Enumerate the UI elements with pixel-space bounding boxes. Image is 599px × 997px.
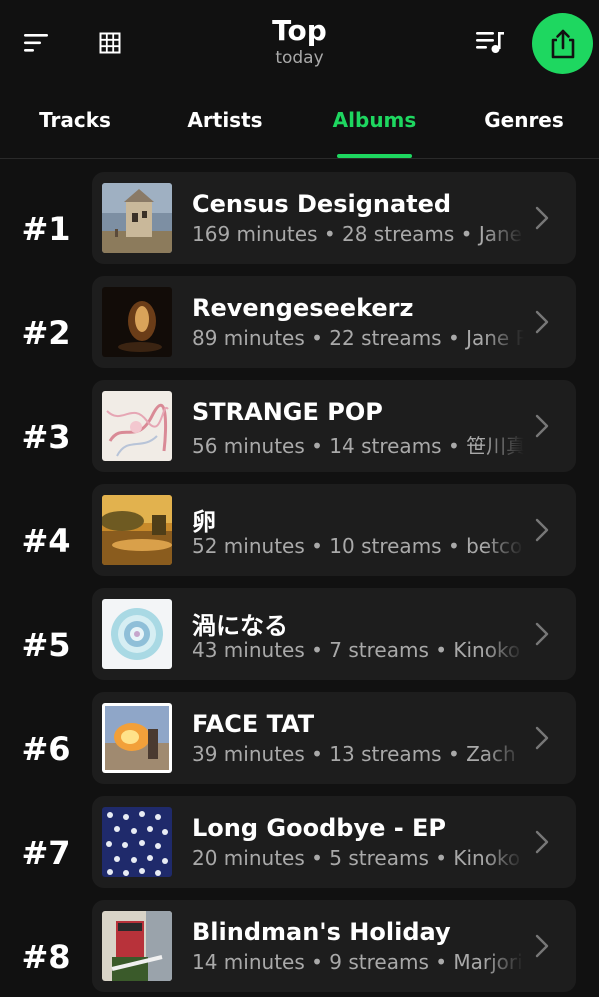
chevron-right-icon <box>535 726 549 750</box>
page-title: Top <box>272 14 327 47</box>
share-icon <box>551 29 574 58</box>
album-art <box>102 287 172 357</box>
album-title: STRANGE POP <box>192 398 383 426</box>
list-item: #3 STRANGE POP 56 minutes • 14 streams •… <box>0 380 599 472</box>
album-title: 渦になる <box>192 612 288 640</box>
tab-artists[interactable]: Artists <box>180 108 270 132</box>
album-title: FACE TAT <box>192 710 315 738</box>
album-art <box>102 703 172 773</box>
active-tab-indicator <box>337 154 412 158</box>
album-meta: 56 minutes • 14 streams • 笹川真生 <box>192 434 524 458</box>
album-art <box>102 391 172 461</box>
album-card[interactable]: Census Designated 169 minutes • 28 strea… <box>92 172 576 264</box>
album-art <box>102 911 172 981</box>
rank-number: #5 <box>21 626 71 664</box>
chevron-right-icon <box>535 622 549 646</box>
album-card[interactable]: Long Goodbye - EP 20 minutes • 5 streams… <box>92 796 576 888</box>
album-meta: 20 minutes • 5 streams • Kinoko Teikoku <box>192 846 524 870</box>
title-block: Top today <box>200 14 399 68</box>
album-meta: 14 minutes • 9 streams • Marjorie <box>192 950 524 974</box>
album-title: Long Goodbye - EP <box>192 814 447 842</box>
share-button[interactable] <box>532 13 593 74</box>
list-item: #2 Revengeseekerz 89 minutes • 22 stream… <box>0 276 599 368</box>
sort-menu-button[interactable] <box>18 26 54 60</box>
sort-lines-icon <box>24 34 48 52</box>
album-meta: 52 minutes • 10 streams • betcover!! <box>192 534 524 558</box>
rank-number: #1 <box>21 210 71 248</box>
list-item: #4 卵 52 minutes • 10 streams • betcover!… <box>0 484 599 576</box>
chevron-right-icon <box>535 206 549 230</box>
chevron-right-icon <box>535 934 549 958</box>
top-header: Top today <box>0 0 599 86</box>
period-subtitle: today <box>275 48 324 68</box>
album-title: Revengeseekerz <box>192 294 414 322</box>
chevron-right-icon <box>535 518 549 542</box>
rank-number: #2 <box>21 314 71 352</box>
list-item: #6 FACE TAT 39 minutes • 13 streams • Za… <box>0 692 599 784</box>
album-title: Census Designated <box>192 190 452 218</box>
category-tabs: Tracks Artists Albums Genres <box>0 100 599 159</box>
album-card[interactable]: Blindman's Holiday 14 minutes • 9 stream… <box>92 900 576 992</box>
rank-number: #7 <box>21 834 71 872</box>
album-meta: 89 minutes • 22 streams • Jane Remover <box>192 326 524 350</box>
rank-number: #8 <box>21 938 71 976</box>
album-art <box>102 599 172 669</box>
album-meta: 43 minutes • 7 streams • Kinoko Teikoku <box>192 638 524 662</box>
rank-number: #4 <box>21 522 71 560</box>
album-card[interactable]: STRANGE POP 56 minutes • 14 streams • 笹川… <box>92 380 576 472</box>
rank-number: #3 <box>21 418 71 456</box>
album-meta: 169 minutes • 28 streams • Jane Remover <box>192 222 524 246</box>
chevron-right-icon <box>535 310 549 334</box>
album-title: Blindman's Holiday <box>192 918 451 946</box>
album-card[interactable]: 渦になる 43 minutes • 7 streams • Kinoko Tei… <box>92 588 576 680</box>
list-item: #8 Blindman's Holiday 14 minutes • 9 str… <box>0 900 599 992</box>
grid-view-button[interactable] <box>92 26 128 60</box>
queue-music-icon <box>476 32 504 53</box>
tab-genres[interactable]: Genres <box>478 108 570 132</box>
tab-tracks[interactable]: Tracks <box>30 108 120 132</box>
album-title: 卵 <box>192 508 216 536</box>
chevron-right-icon <box>535 830 549 854</box>
rank-number: #6 <box>21 730 71 768</box>
grid-icon <box>99 32 121 54</box>
queue-button[interactable] <box>470 24 510 60</box>
tab-albums[interactable]: Albums <box>327 108 422 132</box>
album-card[interactable]: 卵 52 minutes • 10 streams • betcover!! <box>92 484 576 576</box>
list-item: #7 Long Goodbye - EP 20 minutes • 5 stre… <box>0 796 599 888</box>
album-card[interactable]: FACE TAT 39 minutes • 13 streams • Zach … <box>92 692 576 784</box>
list-item: #5 渦になる 43 minutes • 7 streams • Kinoko … <box>0 588 599 680</box>
list-item: #1 Census Designated 169 minutes • 28 st… <box>0 172 599 264</box>
album-card[interactable]: Revengeseekerz 89 minutes • 22 streams •… <box>92 276 576 368</box>
album-meta: 39 minutes • 13 streams • Zach Hill <box>192 742 524 766</box>
chevron-right-icon <box>535 414 549 438</box>
album-art <box>102 495 172 565</box>
album-art <box>102 807 172 877</box>
album-art <box>102 183 172 253</box>
